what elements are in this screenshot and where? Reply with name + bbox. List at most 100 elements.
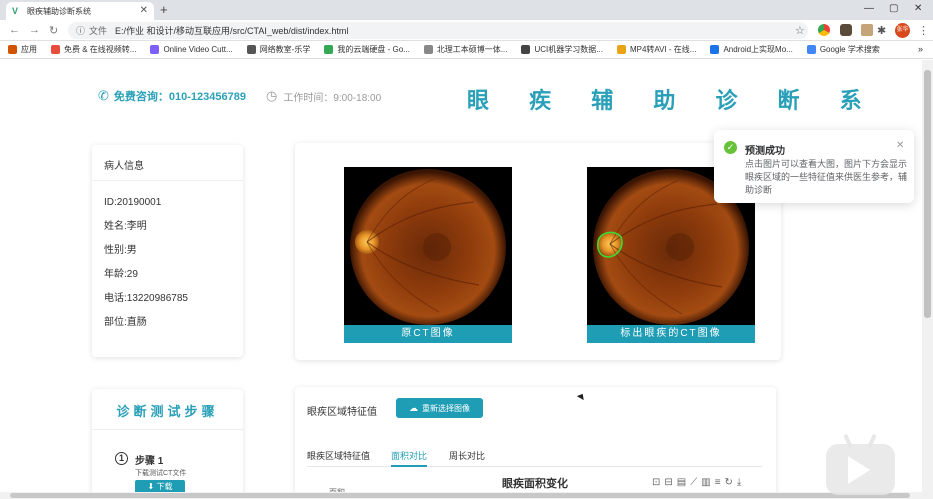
bookmark-favicon-icon <box>616 45 626 54</box>
bookmark-item[interactable]: Android上实现Mo... <box>710 44 793 55</box>
bookmark-label: Google 学术搜索 <box>819 45 880 54</box>
address-bar-row: ← → ↻ ⓘ 文件 E:/作业 和设计/移动互联应用/src/CTAI_web… <box>0 20 933 41</box>
back-icon[interactable]: ← <box>9 24 20 36</box>
new-tab-button[interactable]: + <box>160 2 168 17</box>
original-image-panel[interactable]: 原CT图像 <box>344 167 512 343</box>
reselect-button-label: 重新选择图像 <box>422 403 470 413</box>
bookmark-item[interactable]: 北理工本硕博一体... <box>423 44 508 55</box>
bookmark-item[interactable]: MP4转AVI - 在线... <box>616 44 697 55</box>
chrome-extension-icon[interactable] <box>818 24 830 36</box>
zoom-reset-icon[interactable]: ⊟ <box>664 477 672 488</box>
horizontal-scroll-thumb[interactable] <box>10 493 910 498</box>
bookmark-favicon-icon <box>521 45 531 54</box>
hotline: ✆ 免费咨询：010-123456789 <box>98 88 246 104</box>
original-image-caption: 原CT图像 <box>344 325 512 343</box>
reselect-image-button[interactable]: ☁ 重新选择图像 <box>396 398 483 418</box>
vertical-scrollbar[interactable] <box>922 60 933 492</box>
line-chart-icon[interactable]: ⟋ <box>690 477 697 488</box>
bar-chart-icon[interactable]: ▥ <box>701 477 710 488</box>
bookmark-item[interactable]: Google 学术搜索 <box>806 44 880 55</box>
play-icon <box>848 456 870 484</box>
vertical-scroll-thumb[interactable] <box>924 70 931 318</box>
video-player-watermark <box>826 432 895 495</box>
hotline-text: 免费咨询：010-123456789 <box>113 91 246 103</box>
step-1-number: 1 <box>115 452 128 465</box>
bookmark-label: 免费 & 在线视频转... <box>64 45 137 54</box>
bookmark-item[interactable]: 网络教室-乐学 <box>246 44 311 55</box>
bookmarks-more-icon[interactable]: » <box>918 44 923 54</box>
tab-area-compare[interactable]: 面积对比 <box>391 449 428 467</box>
features-label: 眼疾区域特征值 <box>307 407 377 418</box>
browser-tab-bar: V 眼疾辅助诊断系统 ✕ + — ▢ ✕ <box>0 0 933 20</box>
page-header: ✆ 免费咨询：010-123456789 ◷ 工作时间：9:00-18:00 眼… <box>0 86 922 113</box>
step-1-name: 步骤 1 <box>135 456 164 467</box>
download-button-label: 下载 <box>156 482 173 491</box>
stack-icon[interactable]: ≡ <box>715 477 721 488</box>
feature-tabs: 眼疾区域特征值 面积对比 周长对比 <box>307 449 762 467</box>
info-icon[interactable]: ⓘ <box>76 24 85 37</box>
bookmark-star-icon[interactable]: ☆ <box>795 24 805 37</box>
url-text: E:/作业 和设计/移动互联应用/src/CTAI_web/dist/index… <box>115 26 349 36</box>
restore-icon[interactable]: ↻ <box>725 477 733 488</box>
clock-icon: ◷ <box>266 88 278 103</box>
puzzle-icon[interactable]: ✱ <box>877 24 886 37</box>
bookmark-favicon-icon <box>806 45 816 54</box>
browser-tab[interactable]: V 眼疾辅助诊断系统 ✕ <box>6 2 154 20</box>
bookmark-favicon-icon <box>423 45 433 54</box>
close-window-icon[interactable]: ✕ <box>914 3 922 14</box>
url-input[interactable]: ⓘ 文件 E:/作业 和设计/移动互联应用/src/CTAI_web/dist/… <box>68 22 808 39</box>
bookmark-favicon-icon <box>324 45 334 54</box>
reload-icon[interactable]: ↻ <box>49 24 58 37</box>
check-icon: ✓ <box>724 141 737 154</box>
forward-icon[interactable]: → <box>29 24 40 36</box>
chart-toolbox: ⊡ ⊟ ▤ ⟋ ▥ ≡ ↻ ⤓ <box>652 477 741 488</box>
images-card: 原CT图像 标出眼疾的CT图像 <box>295 143 781 360</box>
notification-title: 预测成功 <box>745 146 785 157</box>
tab-feature-values[interactable]: 眼疾区域特征值 <box>307 449 370 467</box>
bookmark-label: MP4转AVI - 在线... <box>629 45 697 54</box>
marked-image-caption: 标出眼疾的CT图像 <box>587 325 755 343</box>
tab-title: 眼疾辅助诊断系统 <box>27 6 91 16</box>
patient-id: ID:20190001 <box>104 197 162 208</box>
data-view-icon[interactable]: ▤ <box>677 477 686 488</box>
horizontal-scrollbar[interactable] <box>0 492 933 499</box>
steps-divider <box>92 429 243 430</box>
page: ✆ 免费咨询：010-123456789 ◷ 工作时间：9:00-18:00 眼… <box>0 60 922 492</box>
bookmark-item[interactable]: UCI机器学习数据... <box>521 44 603 55</box>
bookmark-favicon-icon <box>150 45 160 54</box>
bookmark-favicon-icon <box>246 45 256 54</box>
steps-title: 诊断测试步骤 <box>116 404 219 419</box>
file-scheme-label: 文件 <box>89 26 108 36</box>
zoom-icon[interactable]: ⊡ <box>652 477 660 488</box>
worktime-text: 工作时间：9:00-18:00 <box>283 92 382 104</box>
close-notification-icon[interactable]: ✕ <box>896 140 904 151</box>
bookmark-item[interactable]: 应用 <box>8 44 37 55</box>
fox-extension-icon[interactable] <box>840 24 852 36</box>
bookmark-label: 网络教室-乐学 <box>259 45 311 54</box>
bookmark-item[interactable]: Online Video Cutt... <box>150 45 233 54</box>
bookmark-label: 应用 <box>21 45 37 54</box>
original-fundus-image[interactable] <box>344 167 512 325</box>
tab-perimeter-compare[interactable]: 周长对比 <box>449 449 485 467</box>
bookmark-label: Online Video Cutt... <box>163 45 233 54</box>
bookmark-item[interactable]: 免费 & 在线视频转... <box>51 44 136 55</box>
worktime: ◷ 工作时间：9:00-18:00 <box>266 88 381 104</box>
bookmark-favicon-icon <box>51 45 60 54</box>
patient-name: 姓名:李明 <box>104 221 147 232</box>
patient-gender: 性别:男 <box>104 245 137 256</box>
patient-age: 年龄:29 <box>104 269 138 280</box>
close-tab-icon[interactable]: ✕ <box>140 5 148 16</box>
minimize-icon[interactable]: — <box>864 3 874 14</box>
bookmark-item[interactable]: 我的云端硬盘 - Go... <box>324 44 410 55</box>
bookmark-label: 北理工本硕博一体... <box>436 45 508 54</box>
maximize-icon[interactable]: ▢ <box>889 3 898 14</box>
site-title: 眼 疾 辅 助 诊 断 系 <box>467 88 879 113</box>
save-image-icon[interactable]: ⤓ <box>737 477 741 488</box>
download-button[interactable]: ⬇ 下载 <box>135 480 185 492</box>
apps-grid-icon <box>8 45 17 54</box>
phone-icon: ✆ <box>98 88 109 103</box>
profile-avatar[interactable]: 张华 <box>895 23 910 38</box>
patient-info-title: 病人信息 <box>92 145 243 181</box>
extension-icon[interactable] <box>861 24 873 36</box>
menu-icon[interactable]: ⋮ <box>918 24 929 37</box>
